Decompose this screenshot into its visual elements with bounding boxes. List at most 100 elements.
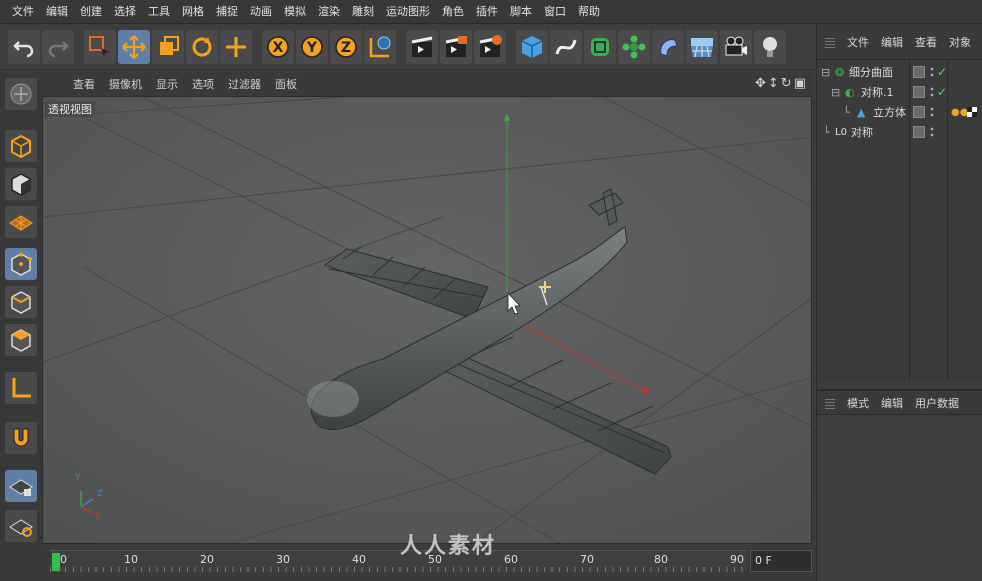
layer-flag[interactable] (913, 66, 925, 78)
undo-button[interactable] (8, 29, 40, 64)
move-tool-button[interactable] (118, 29, 150, 64)
objects-menu-edit[interactable]: 编辑 (875, 34, 909, 50)
tick-marks (50, 567, 746, 572)
camera-button[interactable] (720, 29, 752, 64)
viewport-menu-display[interactable]: 显示 (149, 76, 185, 92)
floor-button[interactable] (686, 29, 718, 64)
x-axis-lock-button[interactable]: X (262, 29, 294, 64)
objects-menu-view[interactable]: 查看 (909, 34, 943, 50)
visibility-dots[interactable] (930, 86, 934, 98)
cloner-flower-icon (622, 35, 646, 58)
workplane-cycle-button[interactable] (5, 510, 37, 542)
objects-menu-file[interactable]: 文件 (841, 34, 875, 50)
y-axis-lock-button[interactable]: Y (296, 29, 328, 64)
menu-edit[interactable]: 编辑 (40, 0, 74, 24)
spline-pen-button[interactable] (550, 29, 582, 64)
snap-button[interactable] (5, 422, 37, 454)
viewport-menu-view[interactable]: 查看 (66, 76, 102, 92)
redo-button[interactable] (42, 29, 74, 64)
visibility-dots[interactable] (930, 106, 934, 118)
viewport-menu-filter[interactable]: 过滤器 (221, 76, 268, 92)
workplane-lock-button[interactable] (5, 470, 37, 502)
cube-object-button[interactable] (516, 29, 548, 64)
axis-mode-button[interactable] (5, 372, 37, 404)
edges-mode-button[interactable] (5, 286, 37, 318)
enabled-check-icon[interactable]: ✓ (937, 85, 947, 99)
objects-menu-objects[interactable]: 对象 (943, 34, 977, 50)
menu-animate[interactable]: 动画 (244, 0, 278, 24)
coordinate-system-button[interactable] (364, 29, 396, 64)
rotate-tool-button[interactable] (186, 29, 218, 64)
material-tag-icon[interactable] (967, 107, 977, 117)
frame-field[interactable]: 0 F (750, 550, 812, 572)
menu-select[interactable]: 选择 (108, 0, 142, 24)
attributes-menu-edit[interactable]: 编辑 (875, 395, 909, 411)
collapse-icon[interactable]: ⊟ (821, 66, 830, 79)
menu-snap[interactable]: 捕捉 (210, 0, 244, 24)
layer-flag[interactable] (913, 126, 925, 138)
menu-window[interactable]: 窗口 (538, 0, 572, 24)
layer-flag[interactable] (913, 86, 925, 98)
menu-create[interactable]: 创建 (74, 0, 108, 24)
layer-flag[interactable] (913, 106, 925, 118)
menu-bar: 文件 编辑 创建 选择 工具 网格 捕捉 动画 模拟 渲染 雕刻 运动图形 角色… (0, 0, 982, 24)
menu-script[interactable]: 脚本 (504, 0, 538, 24)
make-editable-button[interactable] (5, 78, 37, 110)
object-row-symmetry[interactable]: └ L0 对称 (817, 122, 982, 142)
menu-plugins[interactable]: 插件 (470, 0, 504, 24)
menu-mesh[interactable]: 网格 (176, 0, 210, 24)
tick-label: 20 (200, 553, 214, 566)
phong-tag-icon[interactable]: ●● (951, 107, 968, 118)
menu-help[interactable]: 帮助 (572, 0, 606, 24)
scale-tool-button[interactable] (152, 29, 184, 64)
make-editable-icon (10, 83, 32, 105)
viewport-menu-options[interactable]: 选项 (185, 76, 221, 92)
orbit-icon[interactable]: ↻ (781, 76, 792, 91)
viewport-menu-panel[interactable]: 面板 (268, 76, 304, 92)
zoom-icon[interactable]: ↕ (768, 76, 779, 91)
model-mode-button[interactable] (5, 130, 37, 162)
render-settings-button[interactable] (474, 29, 506, 64)
attributes-menu-mode[interactable]: 模式 (841, 395, 875, 411)
toggle-view-icon[interactable]: ▣ (794, 76, 806, 91)
object-row-symmetry-1[interactable]: ⊟ ◐ 对称.1 ✓ (817, 82, 982, 102)
perspective-viewport[interactable]: 透视视图 Y Z X (42, 96, 812, 544)
menu-character[interactable]: 角色 (436, 0, 470, 24)
subdivision-surface-button[interactable] (584, 29, 616, 64)
visibility-dots[interactable] (930, 66, 934, 78)
polygon-object-icon: ▲ (857, 105, 866, 119)
object-row-subdivision[interactable]: ⊟ ❂ 细分曲面 ✓ (817, 62, 982, 82)
texture-mode-button[interactable] (5, 168, 37, 200)
timeline-ruler[interactable]: 0 10 20 30 40 50 60 70 80 90 (50, 550, 746, 572)
redo-icon (48, 40, 69, 57)
pan-icon[interactable]: ✥ (755, 76, 766, 91)
subdivision-cube-icon (591, 37, 609, 56)
visibility-dots[interactable] (930, 126, 934, 138)
workplane-mode-button[interactable] (5, 206, 37, 238)
light-button[interactable] (754, 29, 786, 64)
polygons-mode-button[interactable] (5, 324, 37, 356)
panel-grip-icon[interactable] (825, 35, 835, 48)
live-select-button[interactable] (84, 29, 116, 64)
cloner-button[interactable] (618, 29, 650, 64)
panel-grip-icon[interactable] (825, 396, 835, 409)
enabled-check-icon[interactable]: ✓ (937, 65, 947, 79)
menu-tools[interactable]: 工具 (142, 0, 176, 24)
object-row-cube[interactable]: └ ▲ 立方体 ●● (817, 102, 982, 122)
viewport-menu-cameras[interactable]: 摄像机 (102, 76, 149, 92)
menu-mograph[interactable]: 运动图形 (380, 0, 436, 24)
menu-file[interactable]: 文件 (6, 0, 40, 24)
attributes-menu-userdata[interactable]: 用户数据 (909, 395, 965, 411)
menu-render[interactable]: 渲染 (312, 0, 346, 24)
collapse-icon[interactable]: ⊟ (831, 86, 840, 99)
edges-cube-icon (11, 291, 31, 314)
deformer-button[interactable] (652, 29, 684, 64)
points-mode-button[interactable] (5, 248, 37, 280)
menu-simulate[interactable]: 模拟 (278, 0, 312, 24)
render-picture-viewer-button[interactable] (440, 29, 472, 64)
cinema4d-window: 文件 编辑 创建 选择 工具 网格 捕捉 动画 模拟 渲染 雕刻 运动图形 角色… (0, 0, 982, 581)
menu-sculpt[interactable]: 雕刻 (346, 0, 380, 24)
last-tool-button[interactable] (220, 29, 252, 64)
render-view-button[interactable] (406, 29, 438, 64)
z-axis-lock-button[interactable]: Z (330, 29, 362, 64)
